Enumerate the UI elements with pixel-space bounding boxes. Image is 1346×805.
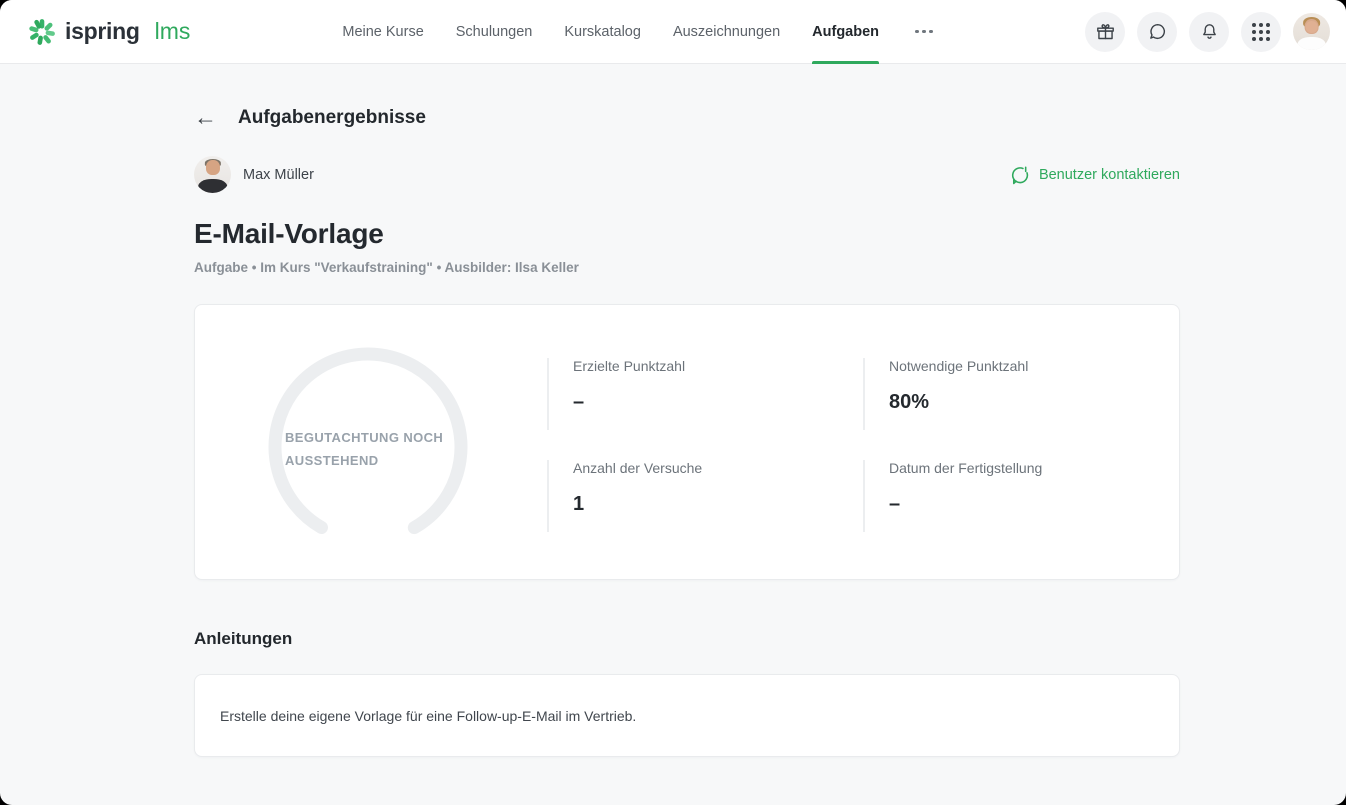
contact-user-link[interactable]: Benutzer kontaktieren — [1009, 164, 1180, 186]
nav-item-schulungen[interactable]: Schulungen — [456, 0, 533, 64]
nav-item-auszeichnungen[interactable]: Auszeichnungen — [673, 0, 780, 64]
assignment-title: E-Mail-Vorlage — [194, 218, 1180, 250]
stat-anzahl-versuche: Anzahl der Versuche 1 — [547, 460, 863, 532]
stat-datum-fertigstellung: Datum der Fertigstellung – — [863, 460, 1179, 532]
stat-notwendige-punktzahl: Notwendige Punktzahl 80% — [863, 358, 1179, 430]
ispring-lms-logo[interactable]: ispring lms — [28, 18, 190, 46]
page-title-aufgabenergebnisse: Aufgabenergebnisse — [238, 107, 426, 129]
header-actions — [1085, 12, 1330, 52]
instructions-heading: Anleitungen — [194, 629, 1180, 649]
ispring-spinner-icon — [28, 18, 56, 46]
contact-chat-icon — [1009, 164, 1031, 186]
user-row: Max Müller Benutzer kontaktieren — [194, 156, 1180, 193]
stat-value: 80% — [889, 391, 1179, 414]
back-arrow-icon[interactable]: ← — [194, 106, 217, 129]
stat-value: – — [889, 493, 1179, 516]
chat-bubble-icon — [1147, 21, 1168, 42]
status-gauge: BEGUTACHTUNG NOCH AUSSTEHEND — [195, 305, 547, 579]
profile-avatar[interactable] — [1293, 13, 1330, 50]
page-header-row: ← Aufgabenergebnisse — [194, 64, 1180, 129]
user-avatar — [194, 156, 231, 193]
stat-label: Erzielte Punktzahl — [573, 358, 863, 374]
messages-button[interactable] — [1137, 12, 1177, 52]
logo-brand-text: ispring — [65, 18, 140, 45]
results-card: BEGUTACHTUNG NOCH AUSSTEHEND Erzielte Pu… — [194, 304, 1180, 580]
main-content: ← Aufgabenergebnisse Max Müller Benutzer… — [0, 64, 1346, 757]
assignment-meta: Aufgabe • Im Kurs "Verkaufstraining" • A… — [194, 260, 1180, 275]
stat-label: Datum der Fertigstellung — [889, 460, 1179, 476]
nav-item-aufgaben-active[interactable]: Aufgaben — [812, 0, 879, 64]
apps-launcher-button[interactable] — [1241, 12, 1281, 52]
stat-erzielte-punktzahl: Erzielte Punktzahl – — [547, 358, 863, 430]
stat-value: 1 — [573, 493, 863, 516]
user-name: Max Müller — [243, 167, 314, 183]
notifications-button[interactable] — [1189, 12, 1229, 52]
gauge-status-text: BEGUTACHTUNG NOCH AUSSTEHEND — [285, 426, 457, 473]
instructions-card: Erstelle deine eigene Vorlage für eine F… — [194, 674, 1180, 757]
bell-icon — [1199, 21, 1220, 42]
stat-label: Notwendige Punktzahl — [889, 358, 1179, 374]
app-window: ispring lms Meine Kurse Schulungen Kurska… — [0, 0, 1346, 805]
contact-user-label: Benutzer kontaktieren — [1039, 167, 1180, 183]
stat-label: Anzahl der Versuche — [573, 460, 863, 476]
more-menu-icon[interactable] — [911, 0, 937, 64]
main-nav: Meine Kurse Schulungen Kurskatalog Ausze… — [342, 0, 936, 64]
stat-value: – — [573, 391, 863, 414]
top-navigation-bar: ispring lms Meine Kurse Schulungen Kurska… — [0, 0, 1346, 64]
apps-grid-icon — [1252, 23, 1270, 41]
nav-item-kurskatalog[interactable]: Kurskatalog — [564, 0, 641, 64]
stats-grid: Erzielte Punktzahl – Notwendige Punktzah… — [547, 305, 1179, 579]
gift-button[interactable] — [1085, 12, 1125, 52]
gift-icon — [1095, 21, 1116, 42]
nav-item-meine-kurse[interactable]: Meine Kurse — [342, 0, 423, 64]
logo-product-text: lms — [155, 18, 191, 45]
instructions-text: Erstelle deine eigene Vorlage für eine F… — [220, 708, 636, 724]
